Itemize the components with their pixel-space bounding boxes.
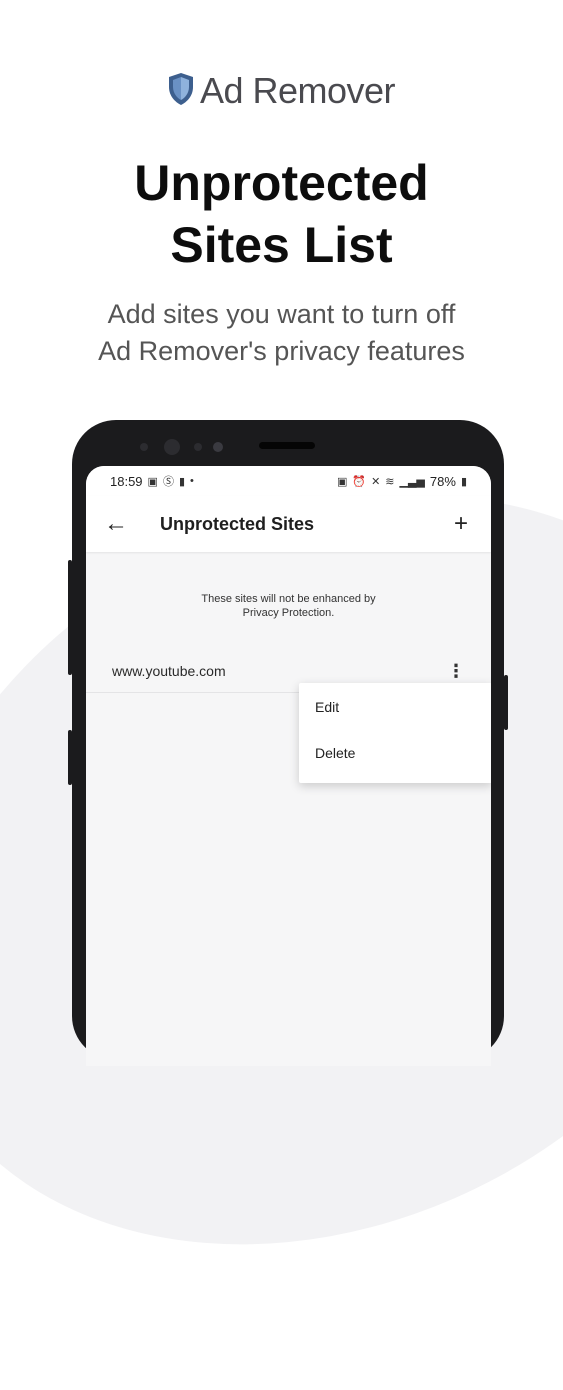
mute-icon: ✕ xyxy=(371,475,381,488)
front-camera xyxy=(213,442,223,452)
headline-line-1: Unprotected xyxy=(134,155,429,211)
dot-icon: • xyxy=(190,475,194,487)
keyhole-icon: ▮ xyxy=(178,475,186,488)
notice-line-2: Privacy Protection. xyxy=(242,607,335,619)
page-subtitle: Add sites you want to turn off Ad Remove… xyxy=(0,296,563,370)
iris-sensor xyxy=(164,439,180,455)
page-headline: Unprotected Sites List xyxy=(0,152,563,276)
back-arrow-icon[interactable]: ← xyxy=(102,510,130,538)
subtitle-line-2: Ad Remover's privacy features xyxy=(98,336,465,366)
status-time: 18:59 xyxy=(110,473,143,489)
subtitle-line-1: Add sites you want to turn off xyxy=(107,299,456,329)
lock-icon: ▣ xyxy=(336,475,348,488)
battery-percent: 78% xyxy=(429,473,456,489)
phone-screen: 18:59 ▣ Ⓢ ▮ • ▣ ⏰ ✕ ≋ ▁▃▅ 78% ▮ ← Unprot… xyxy=(86,466,491,1066)
status-bar: 18:59 ▣ Ⓢ ▮ • ▣ ⏰ ✕ ≋ ▁▃▅ 78% ▮ xyxy=(86,466,491,496)
gallery-icon: ▣ xyxy=(147,475,158,488)
volume-button xyxy=(68,560,72,675)
power-button xyxy=(504,675,508,730)
add-site-icon[interactable]: + xyxy=(447,510,475,538)
more-options-icon[interactable]: ⋮ xyxy=(447,661,465,682)
site-url: www.youtube.com xyxy=(112,663,226,679)
app-bar: ← Unprotected Sites + xyxy=(86,496,491,552)
battery-icon: ▮ xyxy=(460,475,467,488)
alarm-icon: ⏰ xyxy=(352,475,367,488)
app-bar-title: Unprotected Sites xyxy=(160,513,315,534)
brand-header: Ad Remover xyxy=(0,70,563,112)
sensor-dot xyxy=(194,443,202,451)
headline-line-2: Sites List xyxy=(170,217,393,273)
context-menu: Edit Delete xyxy=(299,683,491,783)
brand-name: Ad Remover xyxy=(199,70,396,111)
bixby-button xyxy=(68,730,72,785)
wifi-icon: ≋ xyxy=(385,475,395,488)
info-notice: These sites will not be enhanced by Priv… xyxy=(86,592,491,620)
menu-item-delete[interactable]: Delete xyxy=(299,735,491,781)
signal-icon: ▁▃▅ xyxy=(399,475,425,488)
shield-icon xyxy=(168,72,194,111)
menu-item-edit[interactable]: Edit xyxy=(299,689,491,735)
phone-frame: 18:59 ▣ Ⓢ ▮ • ▣ ⏰ ✕ ≋ ▁▃▅ 78% ▮ ← Unprot… xyxy=(68,420,508,1066)
s-app-icon: Ⓢ xyxy=(162,476,174,488)
earpiece-speaker xyxy=(259,442,315,449)
sensor-dot xyxy=(140,443,148,451)
notice-line-1: These sites will not be enhanced by xyxy=(201,593,376,605)
